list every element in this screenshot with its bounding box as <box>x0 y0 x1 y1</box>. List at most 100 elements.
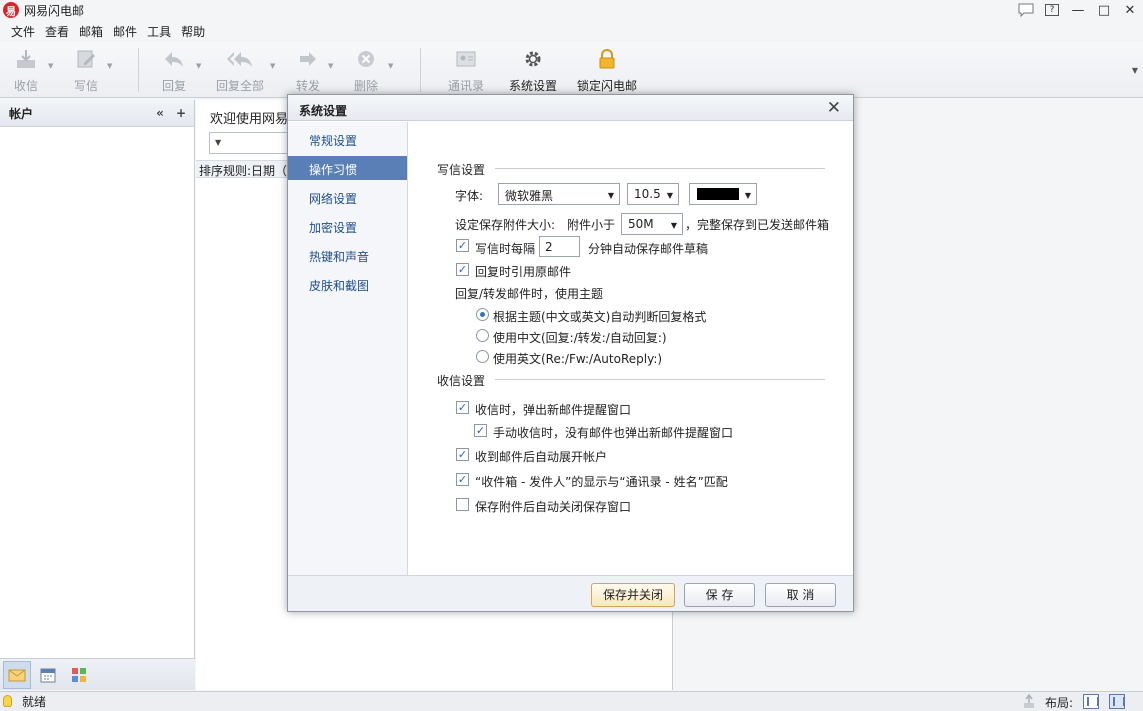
font-color-select[interactable]: ▼ <box>689 183 757 205</box>
calendar-module-button[interactable] <box>34 661 62 689</box>
close-save-window-label: 保存附件后自动关闭保存窗口 <box>475 500 632 514</box>
delete-icon <box>354 46 378 71</box>
layout-columns-button[interactable] <box>1109 694 1125 709</box>
toolbar-overflow-icon[interactable]: ▼ <box>1132 66 1138 75</box>
nav-hotkeys-sound[interactable]: 热键和声音 <box>288 243 407 267</box>
attach-size-select[interactable]: 50M ▼ <box>621 213 683 235</box>
contacts-button[interactable]: 通讯录 <box>446 46 486 94</box>
sender-match-label: “收件箱 - 发件人”的显示与“通讯录 - 姓名”匹配 <box>475 475 728 489</box>
reply-dropdown-icon[interactable]: ▼ <box>196 62 201 70</box>
minimize-icon: — <box>1071 2 1085 18</box>
filter-dropdown[interactable]: ▼ <box>209 132 289 154</box>
layout-label: 布局: <box>1044 696 1073 710</box>
delete-button[interactable]: 删除 <box>350 46 382 94</box>
lock-button[interactable]: 锁定闪电邮 <box>576 46 638 94</box>
delete-label: 删除 <box>353 79 378 93</box>
minimize-button[interactable]: — <box>1065 1 1091 19</box>
maximize-icon: □ <box>1097 2 1111 18</box>
settings-label: 系统设置 <box>508 79 557 93</box>
menu-mail[interactable]: 邮件 <box>112 23 138 40</box>
menu-view[interactable]: 查看 <box>44 23 70 40</box>
nav-network[interactable]: 网络设置 <box>288 185 407 209</box>
sender-match-checkbox[interactable]: ✓ <box>456 473 469 486</box>
group-divider <box>495 168 825 169</box>
delete-dropdown-icon[interactable]: ▼ <box>388 62 393 70</box>
nav-encryption[interactable]: 加密设置 <box>288 214 407 238</box>
settings-content: 写信设置 字体: 微软雅黑 ▼ 10.5 ▼ ▼ 设定保存附件大小: 附件小于 50… <box>409 122 853 575</box>
settings-button[interactable]: 系统设置 <box>508 46 558 94</box>
manual-popup-checkbox[interactable]: ✓ <box>474 424 487 437</box>
subject-auto-label: 根据主题(中文或英文)自动判断回复格式 <box>493 310 707 324</box>
save-button[interactable]: 保 存 <box>684 583 755 607</box>
quote-original-checkbox[interactable]: ✓ <box>456 263 469 276</box>
menu-file[interactable]: 文件 <box>10 23 36 40</box>
font-family-select[interactable]: 微软雅黑 ▼ <box>498 183 620 205</box>
nav-habits[interactable]: 操作习惯 <box>288 156 407 180</box>
receive-button[interactable]: 收信 <box>10 46 42 94</box>
compose-group-title: 写信设置 <box>437 163 486 177</box>
dialog-close-icon[interactable]: ✕ <box>827 98 841 118</box>
font-color-swatch <box>697 188 739 200</box>
font-size-select[interactable]: 10.5 ▼ <box>627 183 679 205</box>
autosave-checkbox[interactable]: ✓ <box>456 239 469 252</box>
welcome-text: 欢迎使用网易 <box>210 112 289 127</box>
feedback-icon[interactable] <box>1013 1 1039 19</box>
chevron-down-icon: ▼ <box>215 138 222 147</box>
app-logo-icon: 易 <box>3 2 19 18</box>
forward-dropdown-icon[interactable]: ▼ <box>328 62 333 70</box>
layout-split-button[interactable] <box>1083 694 1099 709</box>
reply-all-button[interactable]: 回复全部 <box>214 46 266 94</box>
send-receive-status-icon[interactable] <box>1021 694 1037 709</box>
contacts-icon <box>454 46 478 71</box>
menu-mailbox[interactable]: 邮箱 <box>78 23 104 40</box>
close-icon: ✕ <box>1124 2 1136 18</box>
autosave-interval-input[interactable]: 2 <box>539 236 580 257</box>
menu-tools[interactable]: 工具 <box>146 23 172 40</box>
lock-icon <box>595 46 619 71</box>
autosave-interval-value: 2 <box>545 240 553 254</box>
receive-label: 收信 <box>13 79 38 93</box>
calendar-icon <box>40 668 56 682</box>
forward-icon <box>296 46 320 71</box>
subject-auto-radio[interactable] <box>476 308 489 321</box>
close-button[interactable]: ✕ <box>1117 1 1143 19</box>
forward-button[interactable]: 转发 <box>292 46 324 94</box>
subject-chinese-label: 使用中文(回复:/转发:/自动回复:) <box>493 331 667 345</box>
add-account-icon[interactable]: + <box>176 106 186 120</box>
chevron-down-icon: ▼ <box>670 221 677 230</box>
subject-english-label: 使用英文(Re:/Fw:/AutoReply:) <box>493 352 663 366</box>
subject-chinese-radio[interactable] <box>476 329 489 342</box>
reply-button[interactable]: 回复 <box>158 46 190 94</box>
maximize-button[interactable]: □ <box>1091 1 1117 19</box>
app-title: 网易闪电邮 <box>24 3 85 18</box>
chevron-down-icon: ▼ <box>666 191 673 200</box>
new-mail-popup-checkbox[interactable]: ✓ <box>456 401 469 414</box>
close-save-window-checkbox[interactable] <box>456 498 469 511</box>
module-switcher <box>0 658 195 690</box>
compose-button[interactable]: 写信 <box>70 46 102 94</box>
reply-label: 回复 <box>161 79 186 93</box>
compose-dropdown-icon[interactable]: ▼ <box>107 62 112 70</box>
help-icon: ? <box>1045 4 1059 16</box>
inbox-download-icon <box>14 46 38 71</box>
menu-help[interactable]: 帮助 <box>180 23 206 40</box>
reply-all-dropdown-icon[interactable]: ▼ <box>270 62 275 70</box>
receive-dropdown-icon[interactable]: ▼ <box>48 62 53 70</box>
help-button[interactable]: ? <box>1039 1 1065 19</box>
compose-icon <box>74 46 98 71</box>
nav-general[interactable]: 常规设置 <box>288 127 407 151</box>
attach-size-label: 设定保存附件大小: <box>455 218 556 232</box>
accounts-panel: 帐户 « + <box>0 100 195 690</box>
apps-module-button[interactable] <box>65 661 93 689</box>
nav-skin-screenshot[interactable]: 皮肤和截图 <box>288 272 407 296</box>
toolbar-separator <box>420 48 421 92</box>
font-size-value: 10.5 <box>634 187 661 201</box>
collapse-icon[interactable]: « <box>156 106 164 120</box>
auto-expand-checkbox[interactable]: ✓ <box>456 448 469 461</box>
cancel-button[interactable]: 取 消 <box>765 583 836 607</box>
mail-module-button[interactable] <box>3 660 31 689</box>
subject-english-radio[interactable] <box>476 350 489 363</box>
save-and-close-button[interactable]: 保存并关闭 <box>591 583 675 607</box>
group-divider <box>495 379 825 380</box>
settings-dialog: 系统设置 ✕ 常规设置 操作习惯 网络设置 加密设置 热键和声音 皮肤和截图 写… <box>287 94 854 612</box>
